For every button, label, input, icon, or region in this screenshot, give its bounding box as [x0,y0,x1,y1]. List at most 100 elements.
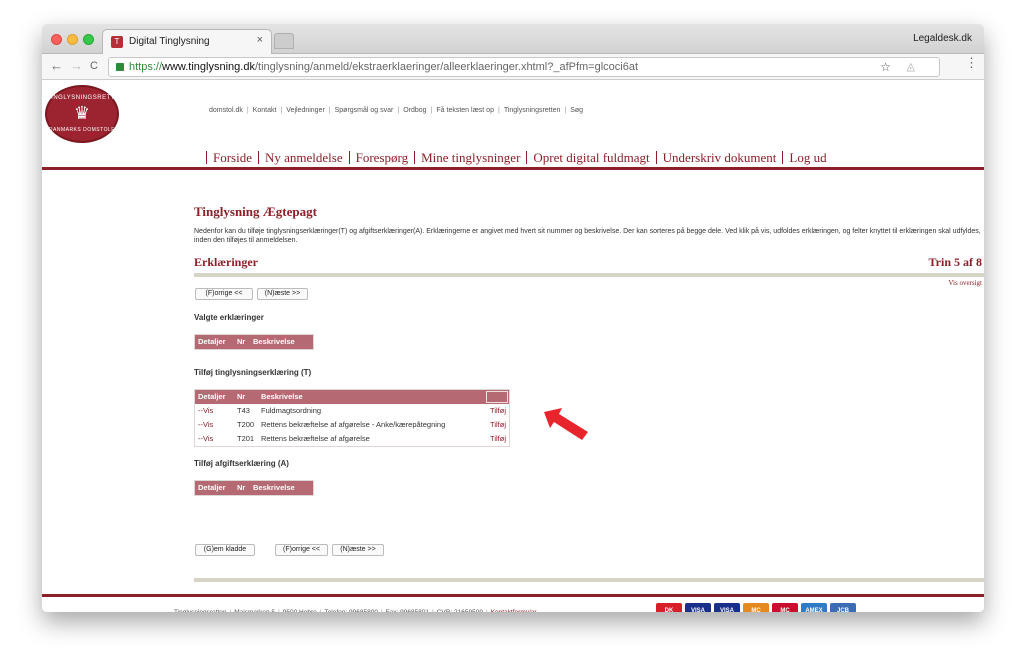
nav-item[interactable]: Ny anmeldelse [258,151,349,164]
section-title: Erklæringer [194,255,258,269]
util-link-separator: | [328,107,331,114]
util-link[interactable]: Vejledninger [286,107,325,114]
browser-window: T Digital Tinglysning × Legaldesk.dk ← →… [42,24,984,612]
afgift-heading: Tilføj afgiftserklæring (A) [194,459,289,468]
browser-tab-strip: T Digital Tinglysning × Legaldesk.dk [42,24,984,54]
browser-tab[interactable]: T Digital Tinglysning × [102,29,272,54]
utility-links: domstol.dk | Kontakt | Vejledninger | Spørgsmå… [209,107,583,114]
vis-link[interactable]: --Vis [198,420,213,429]
row-beskrivelse: Rettens bekræftelse af afgørelse - Anke/… [261,420,446,429]
forward-arrow-icon[interactable]: → [70,58,83,74]
vis-link[interactable]: --Vis [198,434,213,443]
row-beskrivelse: Rettens bekræftelse af afgørelse [261,434,370,443]
site-footer: Tinglysningsretten|Majsmarken 5|9500 Hob… [42,597,984,612]
valgte-heading: Valgte erklæringer [194,313,264,322]
footer-item: Majsmarken 5 [234,609,275,612]
util-link-separator: | [246,107,249,114]
footer-item: Telefon: 99685800 [324,609,378,612]
previous-button[interactable]: (F)orrige << [195,288,253,300]
back-arrow-icon[interactable]: ← [50,58,63,74]
util-link-separator: | [497,107,500,114]
extension-icon[interactable]: ◬ [907,60,915,73]
tinglysningsretten-logo[interactable]: TINGLYSNINGSRETTEN ♛ DANMARKS DOMSTOLE [45,85,124,143]
new-tab-button[interactable] [274,33,294,49]
contact-form-link[interactable]: Kontaktformular [491,609,537,612]
util-link-separator: | [397,107,400,114]
footer-separator: | [486,609,488,612]
util-link[interactable]: Søg [570,107,583,114]
footer-address: Tinglysningsretten|Majsmarken 5|9500 Hob… [174,609,537,612]
nav-item[interactable]: Underskriv dokument [655,151,783,164]
payment-card-icon: JCB [830,603,856,612]
footer-separator: | [381,609,383,612]
util-link-separator: | [430,107,433,114]
step-indicator: Trin 5 af 8 [928,255,982,269]
browser-profile-name[interactable]: Legaldesk.dk [913,33,972,44]
row-beskrivelse: Fuldmagtsordning [261,406,322,415]
afgift-table: Detaljer Nr Beskrivelse [194,480,314,496]
table-row: --Vis T201 Rettens bekræftelse af afgørels… [195,432,509,446]
afgift-table-header: Detaljer Nr Beskrivelse [195,481,313,495]
vis-oversigt-link[interactable]: Vis oversigt [948,279,982,287]
save-draft-button[interactable]: (G)em kladde [195,544,255,556]
table-row: --Vis T200 Rettens bekræftelse af afgørels… [195,418,509,432]
footer-separator: | [320,609,322,612]
payment-card-icon: MC [772,603,798,612]
browser-toolbar: ← → C https://www.tinglysning.dk/tinglys… [42,54,984,80]
tilfoj-link[interactable]: Tilføj [490,420,506,429]
table-header-action-cell [486,391,508,403]
footer-separator: | [432,609,434,612]
util-link[interactable]: Ordbog [403,107,426,114]
util-link-separator: | [280,107,283,114]
row-nr: T43 [237,406,250,415]
util-link[interactable]: Kontakt [253,107,277,114]
tinglysning-heading: Tilføj tinglysningserklæring (T) [194,368,312,377]
payment-card-icon: VISA [714,603,740,612]
bottom-previous-button[interactable]: (F)orrige << [275,544,328,556]
vis-link[interactable]: --Vis [198,406,213,415]
util-link[interactable]: Få teksten læst op [436,107,494,114]
zoom-window-button[interactable] [83,34,94,45]
payment-card-logos: DK VISA VISA MC MC AMEX JCB [656,603,859,612]
footer-item: Fax: 99685801 [386,609,429,612]
lock-icon [116,63,124,71]
util-link[interactable]: Spørgsmål og svar [335,107,394,114]
tinglysning-rows: --Vis T43 Fuldmagtsordning Tilføj --Vis T200 R… [195,404,509,446]
row-nr: T201 [237,434,255,443]
page-title: Tinglysning Ægtepagt [194,204,317,219]
address-bar[interactable]: https://www.tinglysning.dk/tinglysning/a… [108,57,940,77]
payment-card-icon: MC [743,603,769,612]
next-button[interactable]: (N)æste >> [257,288,308,300]
crown-icon: ♛ [73,103,91,123]
nav-item[interactable]: Forespørg [348,151,414,164]
nav-item[interactable]: Forside [206,151,258,164]
tilfoj-link[interactable]: Tilføj [490,434,506,443]
bookmark-star-icon[interactable]: ☆ [880,60,891,74]
red-arrow-pointer-icon [544,408,588,440]
util-link[interactable]: Tinglysningsretten [504,107,561,114]
nav-item[interactable]: Opret digital fuldmagt [526,151,655,164]
payment-card-icon: DK [656,603,682,612]
valgte-table-header: Detaljer Nr Beskrivelse [195,335,313,349]
payment-card-icon: AMEX [801,603,827,612]
nav-item[interactable]: Log ud [782,151,832,164]
section-divider [194,273,984,277]
url-text: https://www.tinglysning.dk/tinglysning/a… [129,61,639,73]
close-tab-icon[interactable]: × [257,34,263,46]
util-link-separator: | [564,107,567,114]
tab-title: Digital Tinglysning [129,36,210,47]
nav-item[interactable]: Mine tinglysninger [414,151,526,164]
reload-icon[interactable]: C [90,58,98,74]
main-navigation: Forside Ny anmeldelse Forespørg Mine tingly… [206,150,833,166]
intro-text: Nedenfor kan du tilføje tinglysningserkl… [194,228,981,244]
tilfoj-link[interactable]: Tilføj [490,406,506,415]
footer-item: 9500 Hobro [283,609,317,612]
payment-card-icon: VISA [685,603,711,612]
footer-item: CVR: 21659509 [437,609,483,612]
bottom-next-button[interactable]: (N)æste >> [332,544,384,556]
row-nr: T200 [237,420,255,429]
minimize-window-button[interactable] [67,34,78,45]
browser-menu-icon[interactable]: ⋮ [965,55,978,71]
util-link[interactable]: domstol.dk [209,107,243,114]
close-window-button[interactable] [51,34,62,45]
